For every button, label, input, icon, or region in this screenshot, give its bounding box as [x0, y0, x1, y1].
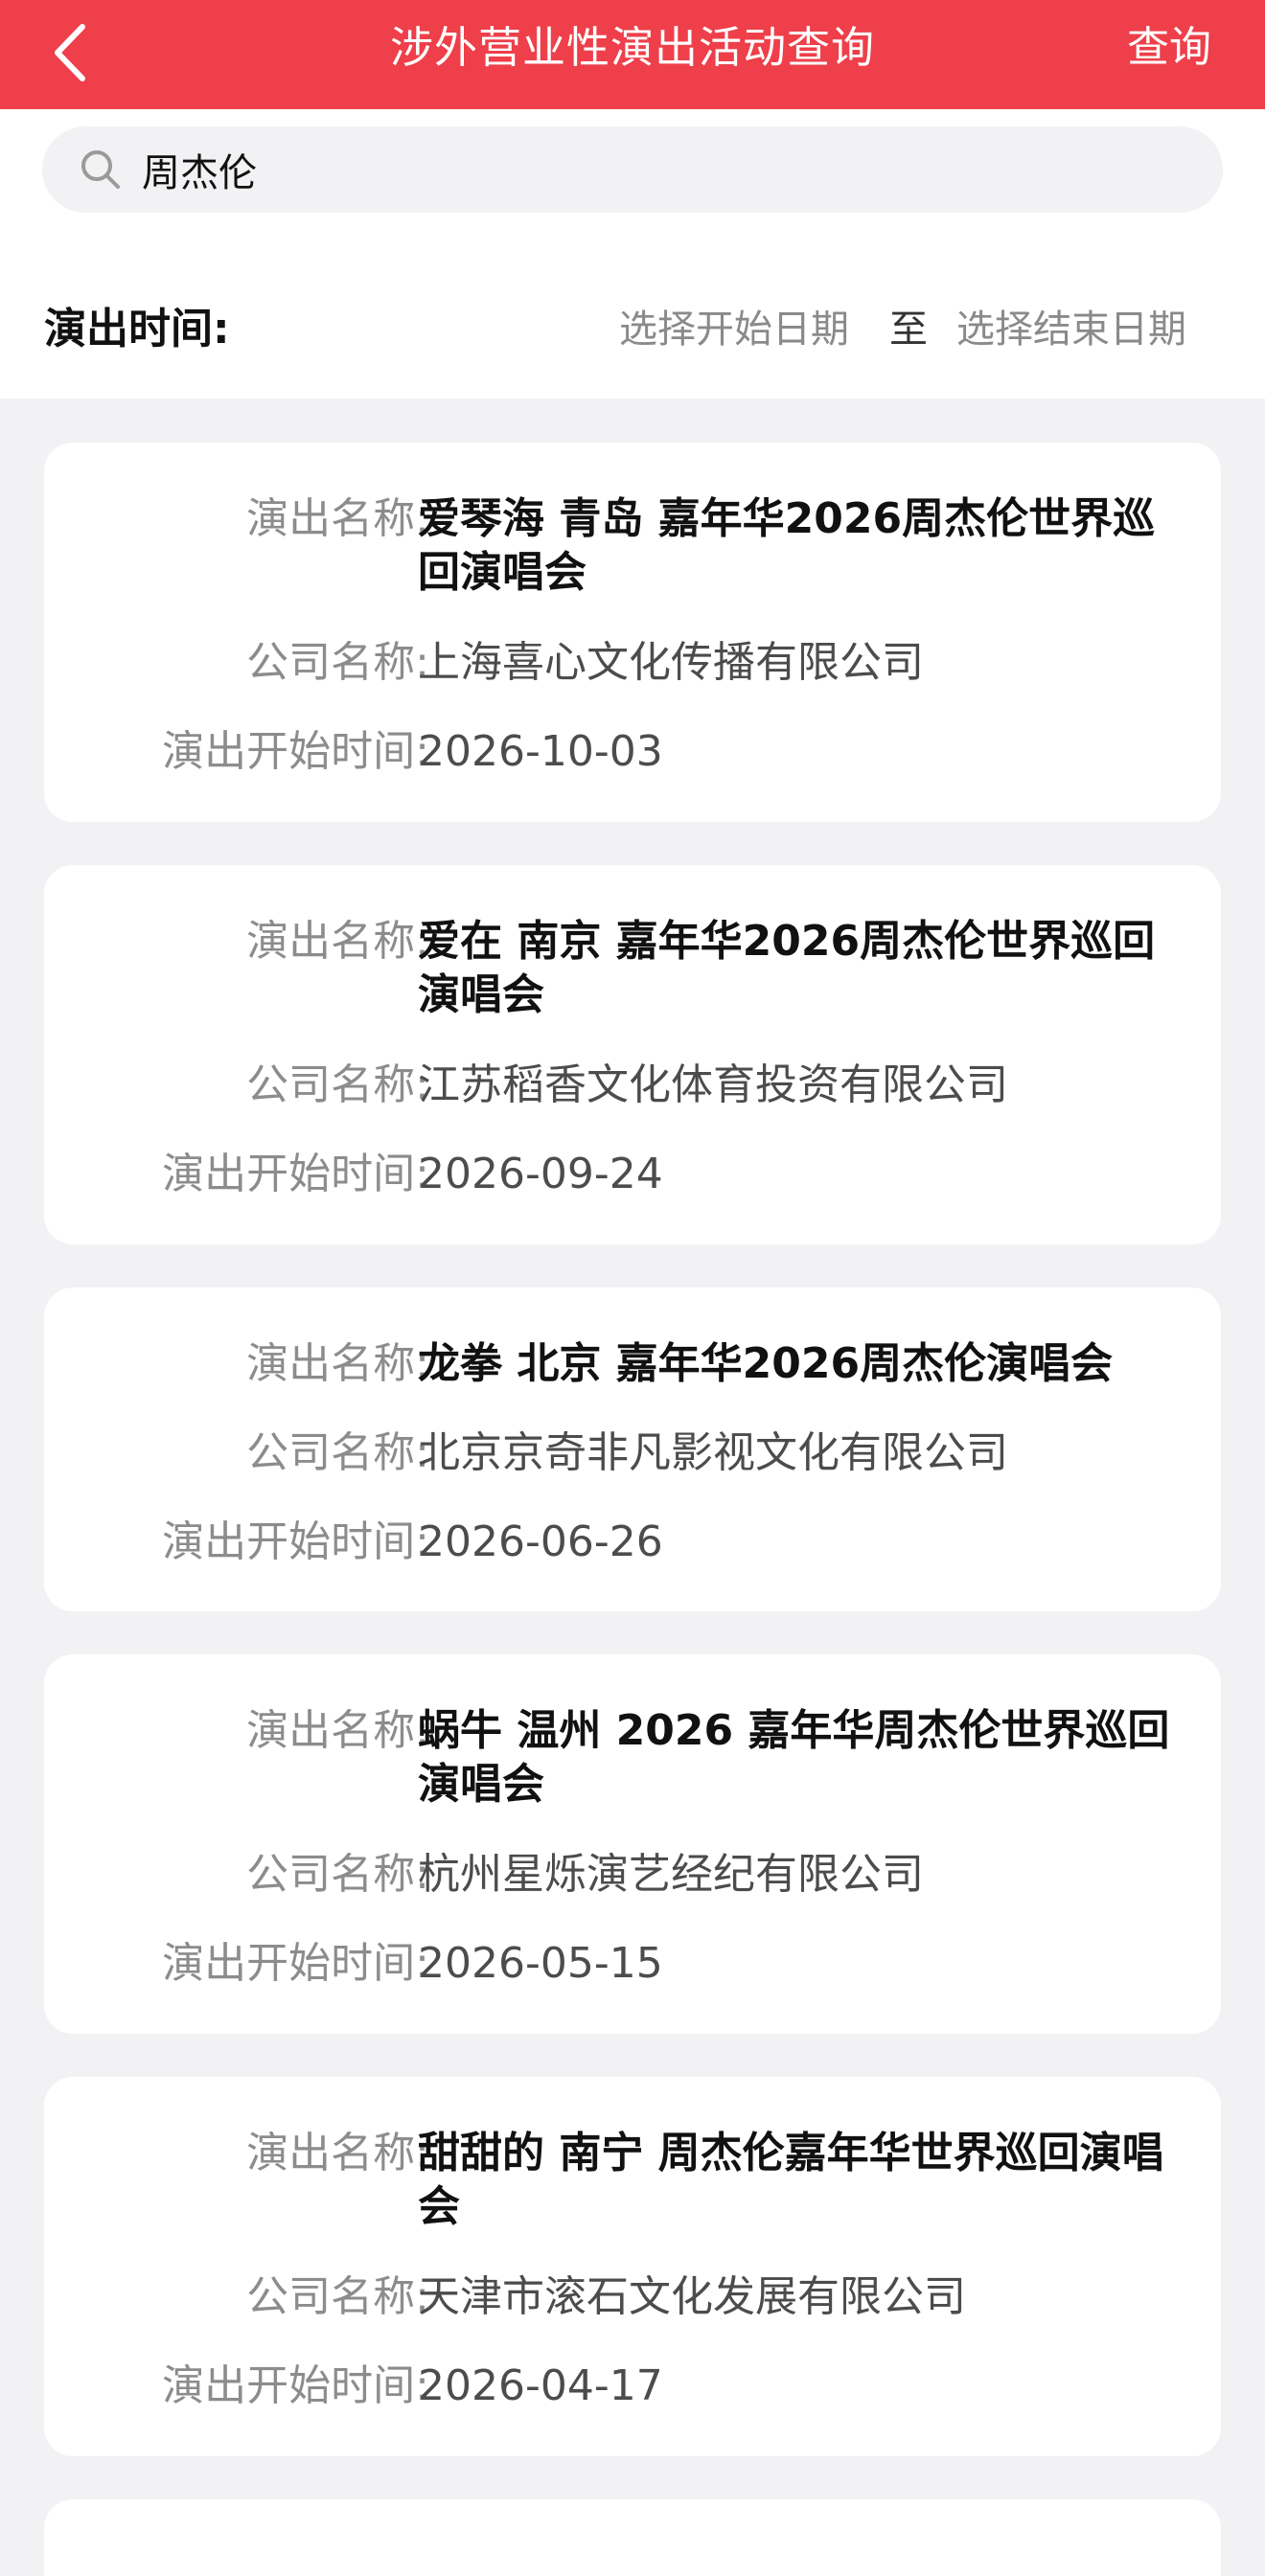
company-label: 公司名称:: [246, 2272, 429, 2321]
start-time-label: 演出开始时间:: [162, 2361, 429, 2410]
start-time-label: 演出开始时间:: [162, 727, 429, 776]
result-card[interactable]: 演出名称: 爱在 南京 嘉年华2026周杰伦世界巡回演唱会 公司名称: 江苏稻香…: [44, 865, 1221, 1244]
company-name: 北京京奇非凡影视文化有限公司: [418, 1428, 1008, 1477]
performance-name: 甜甜的 南宁 周杰伦嘉年华世界巡回演唱会: [418, 2129, 1164, 2231]
result-card[interactable]: 演出名称: 爱琴海 青岛 嘉年华2026周杰伦世界巡回演唱会 公司名称: 上海喜…: [44, 443, 1221, 822]
result-card[interactable]: 演出名称: 蜗牛 温州 2026 嘉年华周杰伦世界巡回演唱会 公司名称: 杭州星…: [44, 1654, 1221, 2034]
company-label: 公司名称:: [246, 1060, 429, 1109]
start-date: 2026-10-03: [418, 727, 663, 776]
company-name: 江苏稻香文化体育投资有限公司: [418, 1060, 1008, 1109]
result-card[interactable]: 演出名称: 甜甜的 南宁 周杰伦嘉年华世界巡回演唱会 公司名称: 天津市滚石文化…: [44, 2077, 1221, 2456]
end-date-picker[interactable]: 选择结束日期: [956, 291, 1186, 368]
start-time-label: 演出开始时间:: [162, 1150, 429, 1198]
start-date: 2026-04-17: [418, 2361, 663, 2410]
company-label: 公司名称:: [246, 1850, 429, 1899]
date-range-separator: 至: [889, 308, 928, 352]
name-label: 演出名称:: [246, 2129, 429, 2177]
start-date-picker[interactable]: 选择开始日期: [619, 291, 849, 368]
search-bar[interactable]: [42, 126, 1223, 213]
performance-name: 爱在 南京 嘉年华2026周杰伦世界巡回演唱会: [418, 917, 1156, 1019]
company-name: 杭州星烁演艺经纪有限公司: [418, 1850, 924, 1899]
result-card[interactable]: 演出名称: 龙拳 北京 嘉年华2026周杰伦演唱会 公司名称: 北京京奇非凡影视…: [44, 1288, 1221, 1611]
start-date: 2026-05-15: [418, 1939, 663, 1988]
company-name: 上海喜心文化传播有限公司: [418, 638, 924, 687]
start-date: 2026-09-24: [418, 1150, 663, 1198]
start-date: 2026-06-26: [418, 1517, 663, 1566]
company-name: 天津市滚石文化发展有限公司: [418, 2272, 966, 2321]
name-label: 演出名称:: [246, 494, 429, 543]
start-time-label: 演出开始时间:: [162, 1517, 429, 1566]
start-time-label: 演出开始时间:: [162, 1939, 429, 1988]
filter-panel: 演出时间: 选择开始日期 至 选择结束日期: [0, 109, 1265, 399]
performance-name: 爱琴海 青岛 嘉年华2026周杰伦世界巡回演唱会: [418, 494, 1156, 597]
query-button[interactable]: 查询: [1127, 0, 1211, 96]
result-card-partial[interactable]: [44, 2499, 1221, 2576]
name-label: 演出名称:: [246, 917, 429, 966]
date-filter-label: 演出时间:: [44, 305, 230, 353]
company-label: 公司名称:: [246, 638, 429, 687]
name-label: 演出名称:: [246, 1339, 429, 1388]
page-title: 涉外营业性演出活动查询: [389, 22, 875, 73]
search-input[interactable]: [142, 126, 1196, 213]
performance-name: 蜗牛 温州 2026 嘉年华周杰伦世界巡回演唱会: [418, 1706, 1170, 1809]
date-range-filter: 演出时间: 选择开始日期 至 选择结束日期: [0, 291, 1265, 368]
company-label: 公司名称:: [246, 1428, 429, 1477]
search-icon: [81, 150, 120, 189]
performance-name: 龙拳 北京 嘉年华2026周杰伦演唱会: [418, 1339, 1114, 1388]
top-nav-bar: 涉外营业性演出活动查询 查询: [0, 0, 1265, 109]
name-label: 演出名称:: [246, 1706, 429, 1755]
